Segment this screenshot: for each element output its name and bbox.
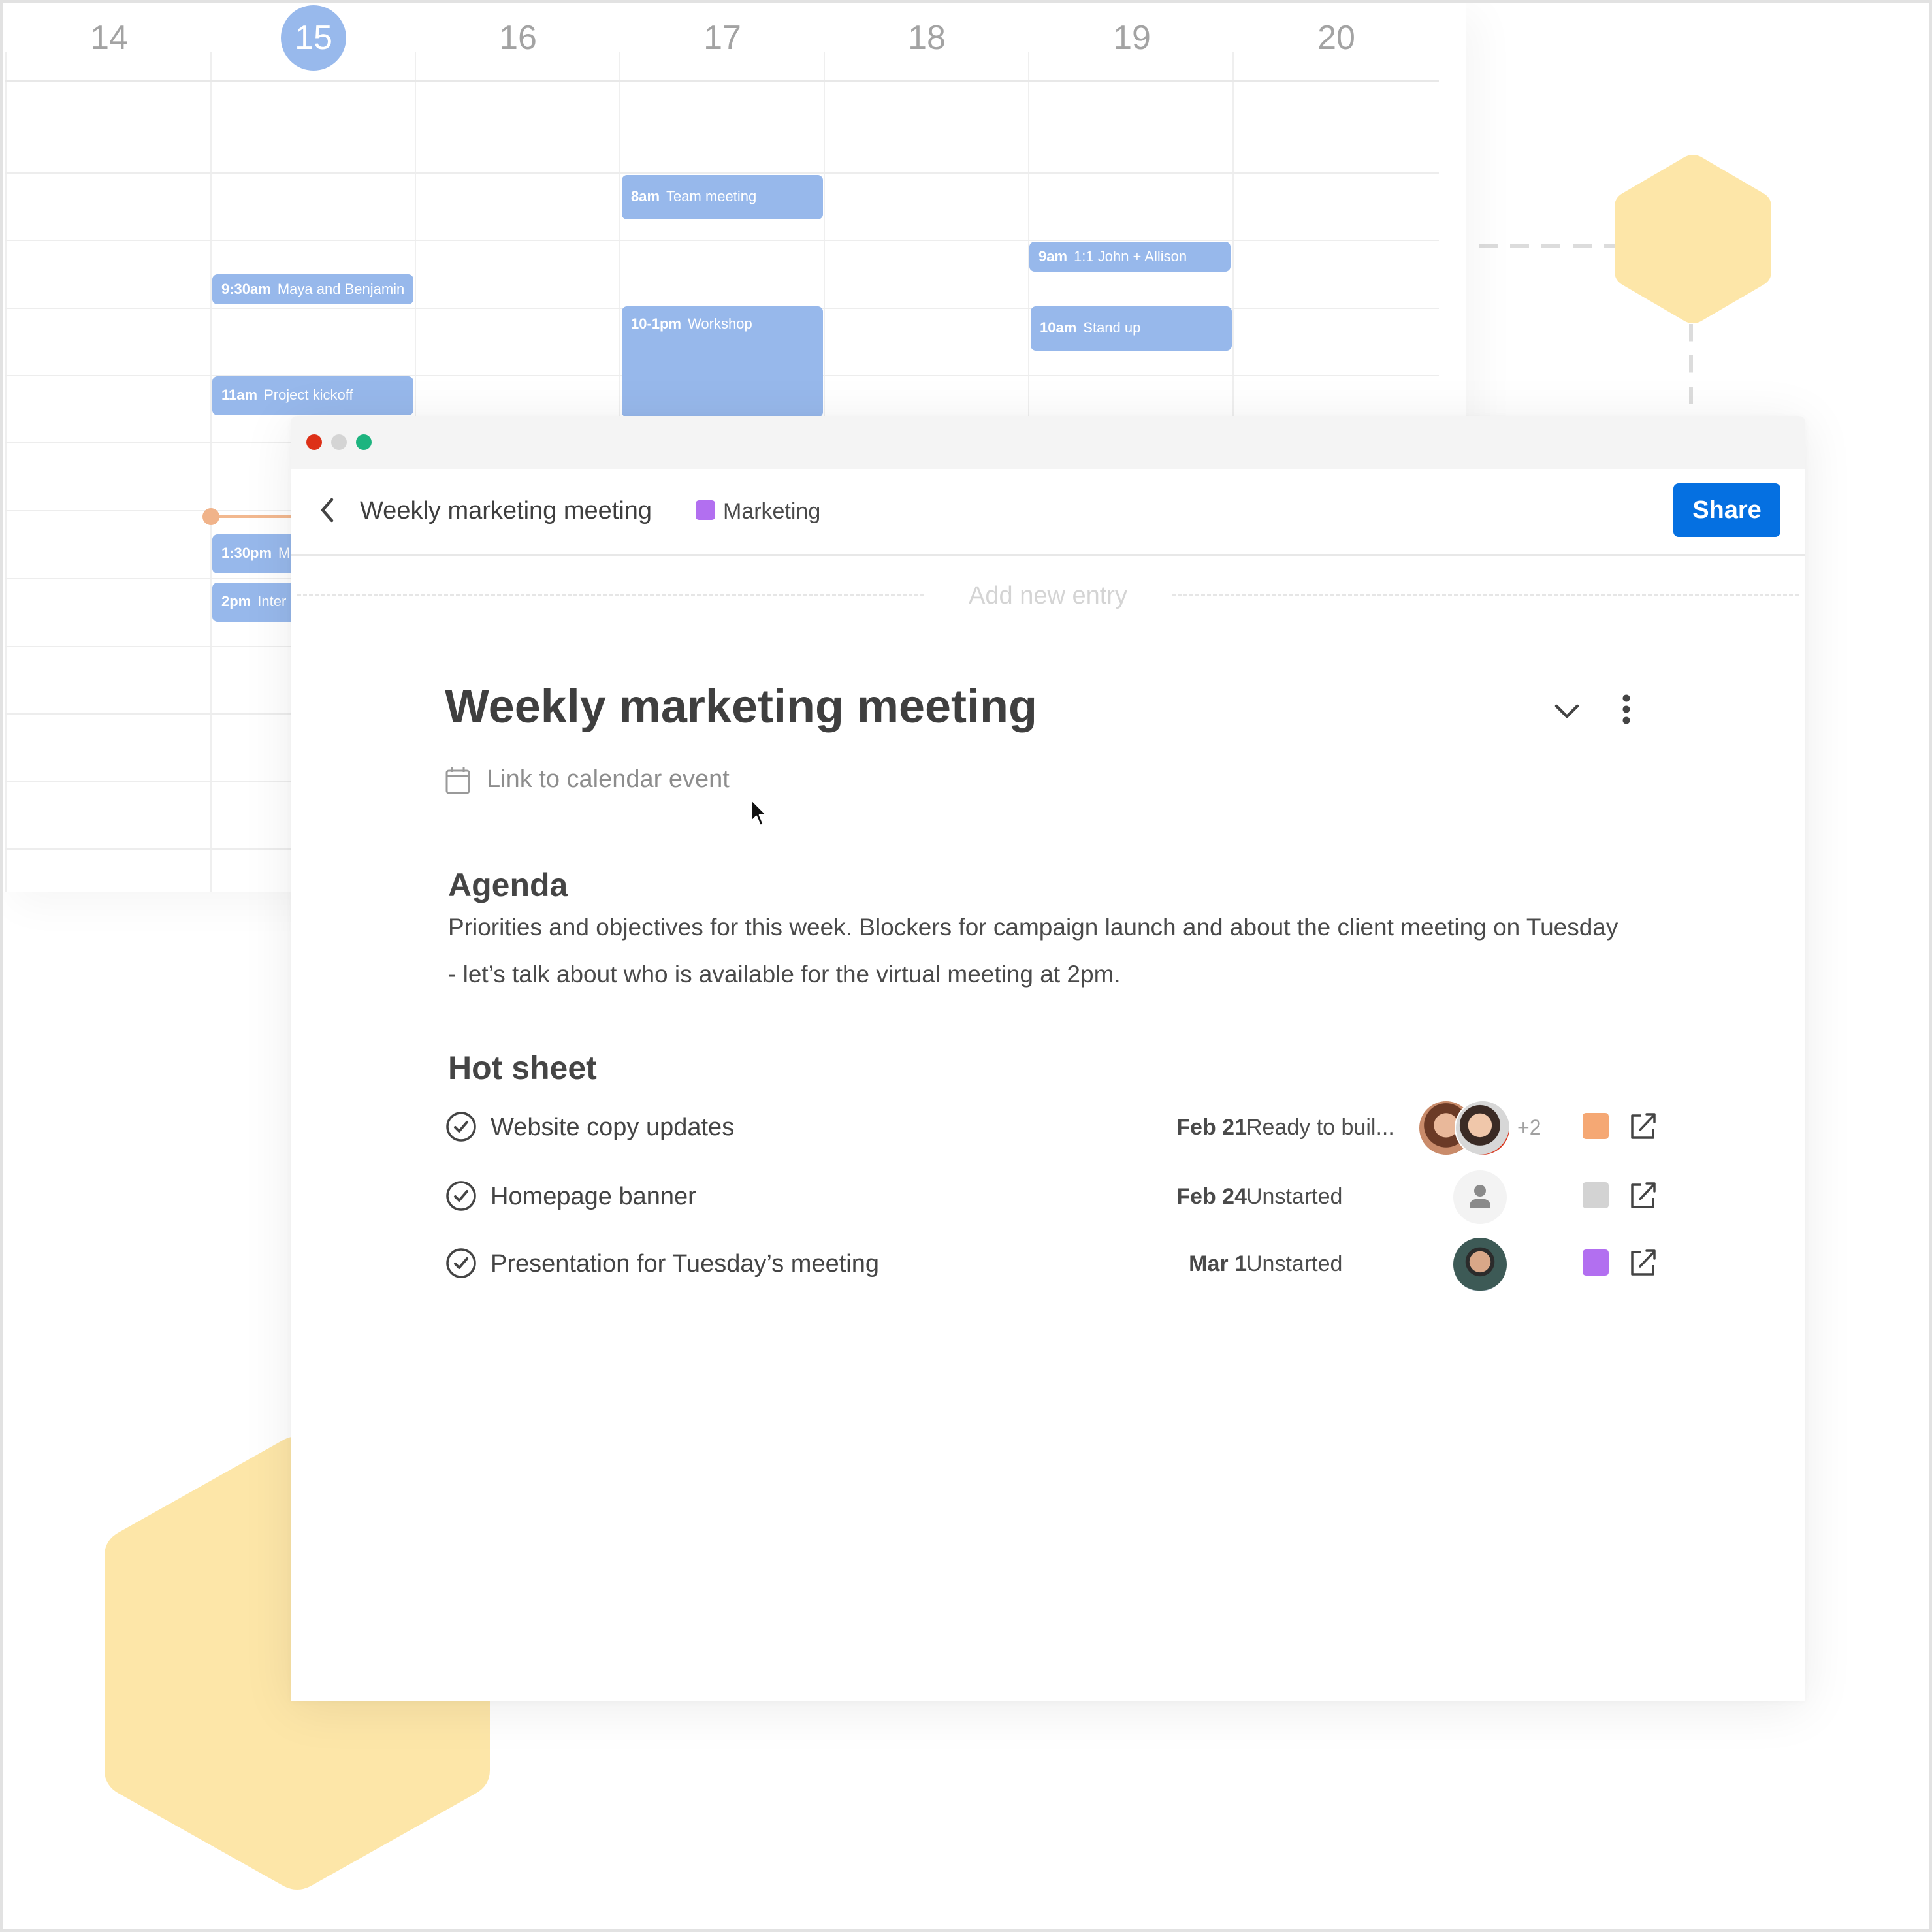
dashed-connector-vertical — [1689, 324, 1693, 417]
link-to-calendar-label: Link to calendar event — [487, 765, 730, 793]
collapse-button[interactable] — [1551, 696, 1583, 727]
task-name: Homepage banner — [491, 1183, 696, 1210]
grid-line — [5, 172, 1439, 174]
open-external-icon[interactable] — [1627, 1110, 1658, 1142]
photo-avatar-woman-2 — [1455, 1100, 1511, 1156]
window-titlebar — [291, 416, 1805, 469]
day-header-20[interactable]: 20 — [1297, 12, 1376, 64]
hot-sheet-heading: Hot sheet — [448, 1050, 597, 1086]
color-swatch[interactable] — [1583, 1249, 1609, 1276]
hot-sheet-row[interactable]: Homepage banner Feb 24 Unstarted — [445, 1169, 1660, 1225]
day-header-18[interactable]: 18 — [888, 12, 966, 64]
calendar-event[interactable]: 9am 1:1 John + Allison — [1029, 242, 1231, 272]
more-vertical-icon — [1622, 694, 1630, 724]
chevron-left-icon — [321, 498, 334, 523]
event-time: 8am — [631, 188, 660, 204]
task-due-date: Feb 21 — [1176, 1115, 1247, 1140]
calendar-event[interactable]: 10-1pm Workshop — [622, 306, 823, 417]
photo-avatar-man — [1452, 1236, 1508, 1293]
grid-line — [5, 52, 7, 892]
color-swatch[interactable] — [1583, 1113, 1609, 1139]
assignees[interactable] — [1418, 1169, 1562, 1225]
color-swatch[interactable] — [1583, 1182, 1609, 1208]
agenda-text[interactable]: Priorities and objectives for this week.… — [448, 904, 1624, 998]
check-circle-icon[interactable] — [445, 1180, 477, 1212]
decorative-hexagon — [1615, 154, 1771, 324]
placeholder-avatar — [1452, 1169, 1508, 1225]
current-time-dot — [202, 508, 219, 525]
chevron-down-icon — [1554, 704, 1579, 718]
document-toolbar: Weekly marketing meeting Marketing Share — [291, 469, 1805, 556]
event-time: 2pm — [221, 593, 251, 609]
hot-sheet-row[interactable]: Website copy updates Feb 21 Ready to bui… — [445, 1100, 1660, 1156]
event-time: 11am — [221, 387, 258, 403]
add-new-entry[interactable]: Add new entry — [297, 579, 1799, 612]
document-title[interactable]: Weekly marketing meeting — [445, 677, 1037, 736]
day-header-14[interactable]: 14 — [70, 12, 148, 64]
event-title: M — [278, 545, 291, 561]
event-title: Inter — [257, 593, 287, 609]
event-title: Workshop — [688, 315, 752, 332]
event-title: 1:1 John + Allison — [1074, 248, 1187, 265]
grid-line — [5, 240, 1439, 241]
event-title: Maya and Benjamin — [277, 281, 405, 297]
event-time: 1:30pm — [221, 545, 272, 561]
maximize-window-button[interactable] — [356, 434, 372, 450]
task-due-date: Mar 1 — [1189, 1251, 1247, 1276]
share-button[interactable]: Share — [1673, 483, 1780, 537]
tag-color-swatch — [696, 500, 715, 520]
day-header-15[interactable]: 15 — [274, 12, 353, 64]
check-circle-icon[interactable] — [445, 1247, 477, 1280]
task-status[interactable]: Unstarted — [1246, 1177, 1342, 1216]
calendar-event[interactable]: 8am Team meeting — [622, 175, 823, 219]
day-header-16[interactable]: 16 — [479, 12, 557, 64]
open-external-icon[interactable] — [1627, 1180, 1658, 1211]
calendar-icon — [445, 767, 470, 794]
current-time-line — [211, 515, 296, 518]
event-time: 10-1pm — [631, 315, 682, 332]
event-time: 10am — [1040, 319, 1077, 336]
toolbar-title: Weekly marketing meeting — [360, 497, 652, 524]
extra-assignees-count: +2 — [1517, 1116, 1541, 1139]
event-time: 9:30am — [221, 281, 271, 297]
hot-sheet-row[interactable]: Presentation for Tuesday’s meeting Mar 1… — [445, 1236, 1660, 1293]
dashed-divider — [1172, 594, 1799, 596]
event-time: 9am — [1038, 248, 1068, 265]
task-name: Website copy updates — [491, 1114, 735, 1141]
back-button[interactable] — [312, 494, 344, 526]
assignees[interactable] — [1418, 1236, 1562, 1293]
calendar-event[interactable]: 11am Project kickoff — [212, 376, 413, 415]
agenda-heading: Agenda — [448, 867, 568, 903]
mouse-cursor-icon — [750, 798, 768, 827]
task-status[interactable]: Unstarted — [1246, 1244, 1342, 1283]
calendar-event[interactable]: 10am Stand up — [1031, 306, 1232, 351]
calendar-event[interactable]: 9:30am Maya and Benjamin — [212, 274, 413, 304]
tag-label[interactable]: Marketing — [723, 494, 820, 529]
task-due-date: Feb 24 — [1176, 1184, 1247, 1209]
header-divider — [5, 80, 1439, 82]
task-status[interactable]: Ready to buil... — [1246, 1108, 1394, 1147]
person-icon — [1470, 1185, 1490, 1208]
event-title: Project kickoff — [264, 387, 353, 403]
close-window-button[interactable] — [306, 434, 322, 450]
meeting-notes-window: Weekly marketing meeting Marketing Share… — [291, 416, 1805, 1701]
event-title: Stand up — [1083, 319, 1141, 336]
check-circle-icon[interactable] — [445, 1110, 477, 1143]
assignees[interactable]: +2 — [1418, 1100, 1562, 1156]
open-external-icon[interactable] — [1627, 1247, 1658, 1278]
day-header-19[interactable]: 19 — [1093, 12, 1171, 64]
event-title: Team meeting — [666, 188, 757, 204]
more-options-button[interactable] — [1617, 690, 1636, 730]
minimize-window-button[interactable] — [331, 434, 347, 450]
task-name: Presentation for Tuesday’s meeting — [491, 1250, 879, 1278]
grid-line — [210, 52, 212, 892]
day-header-17[interactable]: 17 — [683, 12, 762, 64]
